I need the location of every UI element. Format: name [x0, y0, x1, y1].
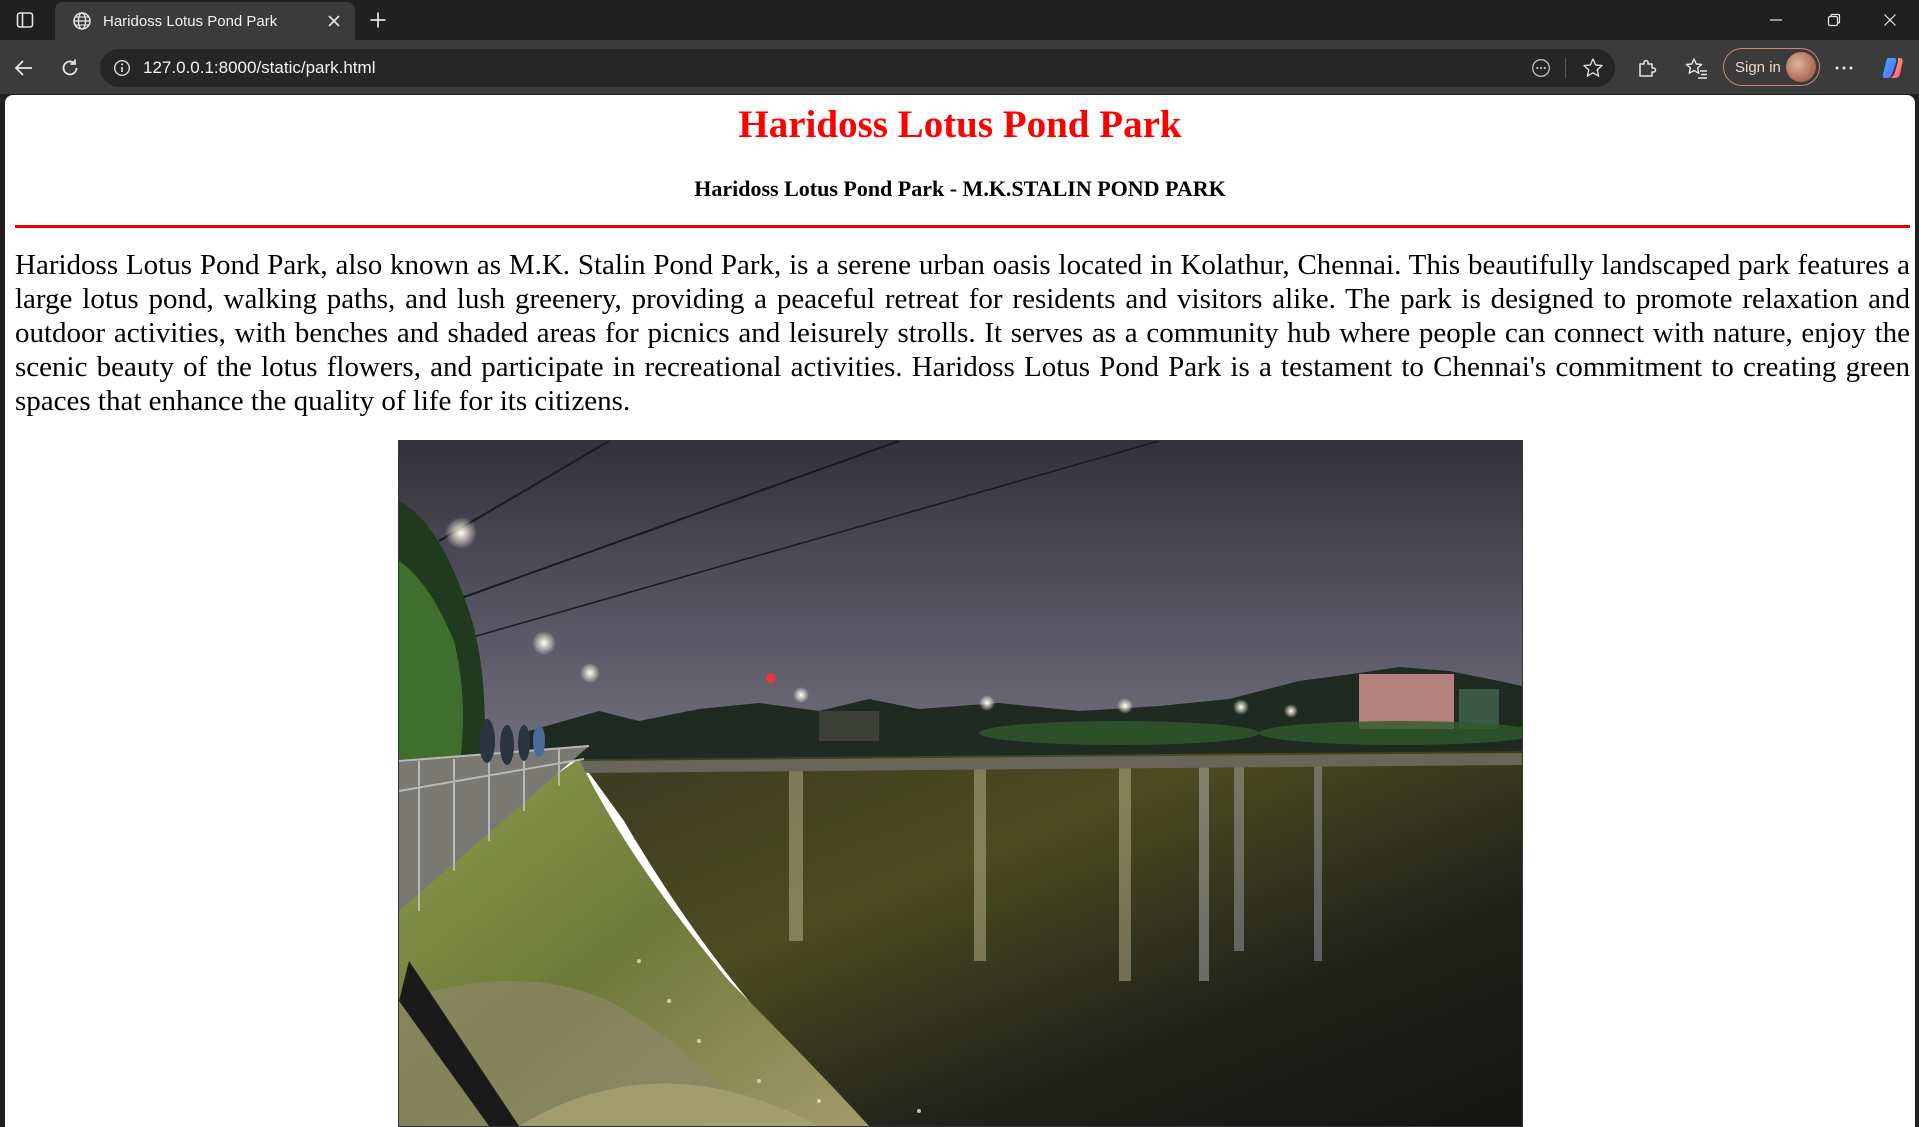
sign-in-label: Sign in: [1735, 58, 1781, 76]
new-tab-button[interactable]: [364, 6, 392, 34]
restore-icon: [1827, 13, 1841, 27]
page-viewport: Haridoss Lotus Pond Park Haridoss Lotus …: [5, 95, 1915, 1127]
more-options-circle-icon[interactable]: [1529, 56, 1553, 80]
tab-actions-button[interactable]: [8, 6, 42, 34]
minimize-button[interactable]: [1747, 0, 1805, 40]
site-info-icon[interactable]: [110, 56, 134, 80]
active-tab[interactable]: Haridoss Lotus Pond Park: [55, 2, 355, 40]
favorite-star-icon[interactable]: [1580, 55, 1606, 81]
back-arrow-icon: [14, 60, 32, 76]
close-window-button[interactable]: [1861, 0, 1919, 40]
reload-button[interactable]: [54, 52, 86, 84]
puzzle-icon: [1639, 59, 1657, 77]
ellipsis-icon: [1835, 66, 1853, 70]
page-title: Haridoss Lotus Pond Park: [738, 103, 1182, 146]
horizontal-rule: [15, 225, 1910, 228]
tab-strip: Haridoss Lotus Pond Park: [0, 0, 1919, 40]
extensions-button[interactable]: [1631, 52, 1663, 84]
park-photo: [398, 440, 1523, 1127]
sign-in-button[interactable]: Sign in: [1723, 48, 1820, 86]
tab-close-icon[interactable]: [323, 10, 345, 32]
park-description: Haridoss Lotus Pond Park, also known as …: [15, 249, 1910, 417]
restore-button[interactable]: [1805, 0, 1863, 40]
globe-icon: [71, 10, 93, 32]
avatar: [1786, 52, 1816, 82]
browser-toolbar: 127.0.0.1:8000/static/park.html Sign in: [0, 40, 1919, 94]
reload-icon: [62, 59, 78, 76]
tab-title: Haridoss Lotus Pond Park: [103, 12, 278, 30]
url-text[interactable]: 127.0.0.1:8000/static/park.html: [143, 49, 375, 87]
back-button[interactable]: [8, 52, 40, 84]
favorites-button[interactable]: [1681, 52, 1713, 84]
minimize-icon: [1770, 19, 1782, 21]
tab-actions-icon: [16, 12, 34, 28]
copilot-icon: [1882, 58, 1903, 78]
copilot-button[interactable]: [1877, 52, 1909, 84]
settings-more-button[interactable]: [1828, 52, 1860, 84]
divider: [1565, 58, 1566, 78]
address-bar[interactable]: 127.0.0.1:8000/static/park.html: [100, 49, 1615, 87]
plus-icon: [370, 12, 386, 28]
favorites-list-icon: [1685, 58, 1707, 79]
close-icon: [1884, 14, 1896, 26]
page-subtitle: Haridoss Lotus Pond Park - M.K.STALIN PO…: [694, 176, 1226, 201]
